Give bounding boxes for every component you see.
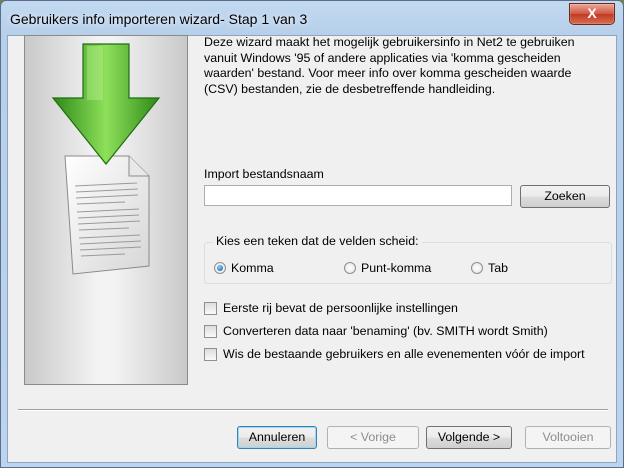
radio-tab[interactable]: Tab xyxy=(471,261,508,275)
next-button[interactable]: Volgende > xyxy=(426,426,512,449)
back-button[interactable]: < Vorige xyxy=(327,426,419,449)
radio-punt-komma[interactable]: Punt-komma xyxy=(344,261,431,275)
close-icon: X xyxy=(587,5,597,21)
radio-unselected-icon[interactable] xyxy=(344,262,356,274)
radio-label: Punt-komma xyxy=(361,261,432,275)
browse-button[interactable]: Zoeken xyxy=(520,185,610,208)
radio-label: Tab xyxy=(488,261,508,275)
title-bar[interactable]: Gebruikers info importeren wizard- Stap … xyxy=(1,1,623,35)
separator-legend: Kies een teken dat de velden scheid: xyxy=(213,234,422,248)
wizard-illustration xyxy=(24,35,188,385)
checkbox-icon[interactable] xyxy=(204,324,217,338)
radio-unselected-icon[interactable] xyxy=(471,262,483,274)
import-filename-label: Import bestandsnaam xyxy=(204,167,324,181)
import-document-arrow-icon xyxy=(51,43,161,275)
import-filename-input[interactable] xyxy=(204,185,512,206)
wizard-window: Gebruikers info importeren wizard- Stap … xyxy=(0,0,624,468)
intro-text: Deze wizard maakt het mogelijk gebruiker… xyxy=(204,35,575,96)
window-title: Gebruikers info importeren wizard- Stap … xyxy=(10,11,308,27)
checkbox-label: Converteren data naar 'benaming' (bv. SM… xyxy=(223,324,548,338)
checkbox-icon[interactable] xyxy=(204,301,217,315)
cancel-button[interactable]: Annuleren xyxy=(237,426,317,449)
checkbox-label: Eerste rij bevat de persoonlijke instell… xyxy=(223,301,458,315)
close-button[interactable]: X xyxy=(569,3,615,25)
checkbox-first-row-settings[interactable]: Eerste rij bevat de persoonlijke instell… xyxy=(204,301,458,315)
radio-selected-icon[interactable] xyxy=(214,262,226,274)
checkbox-convert-naming[interactable]: Converteren data naar 'benaming' (bv. SM… xyxy=(204,324,548,338)
radio-komma[interactable]: Komma xyxy=(214,261,274,275)
checkbox-label: Wis de bestaande gebruikers en alle even… xyxy=(223,347,585,361)
finish-button[interactable]: Voltooien xyxy=(525,426,611,449)
radio-label: Komma xyxy=(231,261,274,275)
checkbox-icon[interactable] xyxy=(204,347,217,361)
checkbox-clear-existing[interactable]: Wis de bestaande gebruikers en alle even… xyxy=(204,347,585,361)
footer-divider xyxy=(18,409,608,411)
